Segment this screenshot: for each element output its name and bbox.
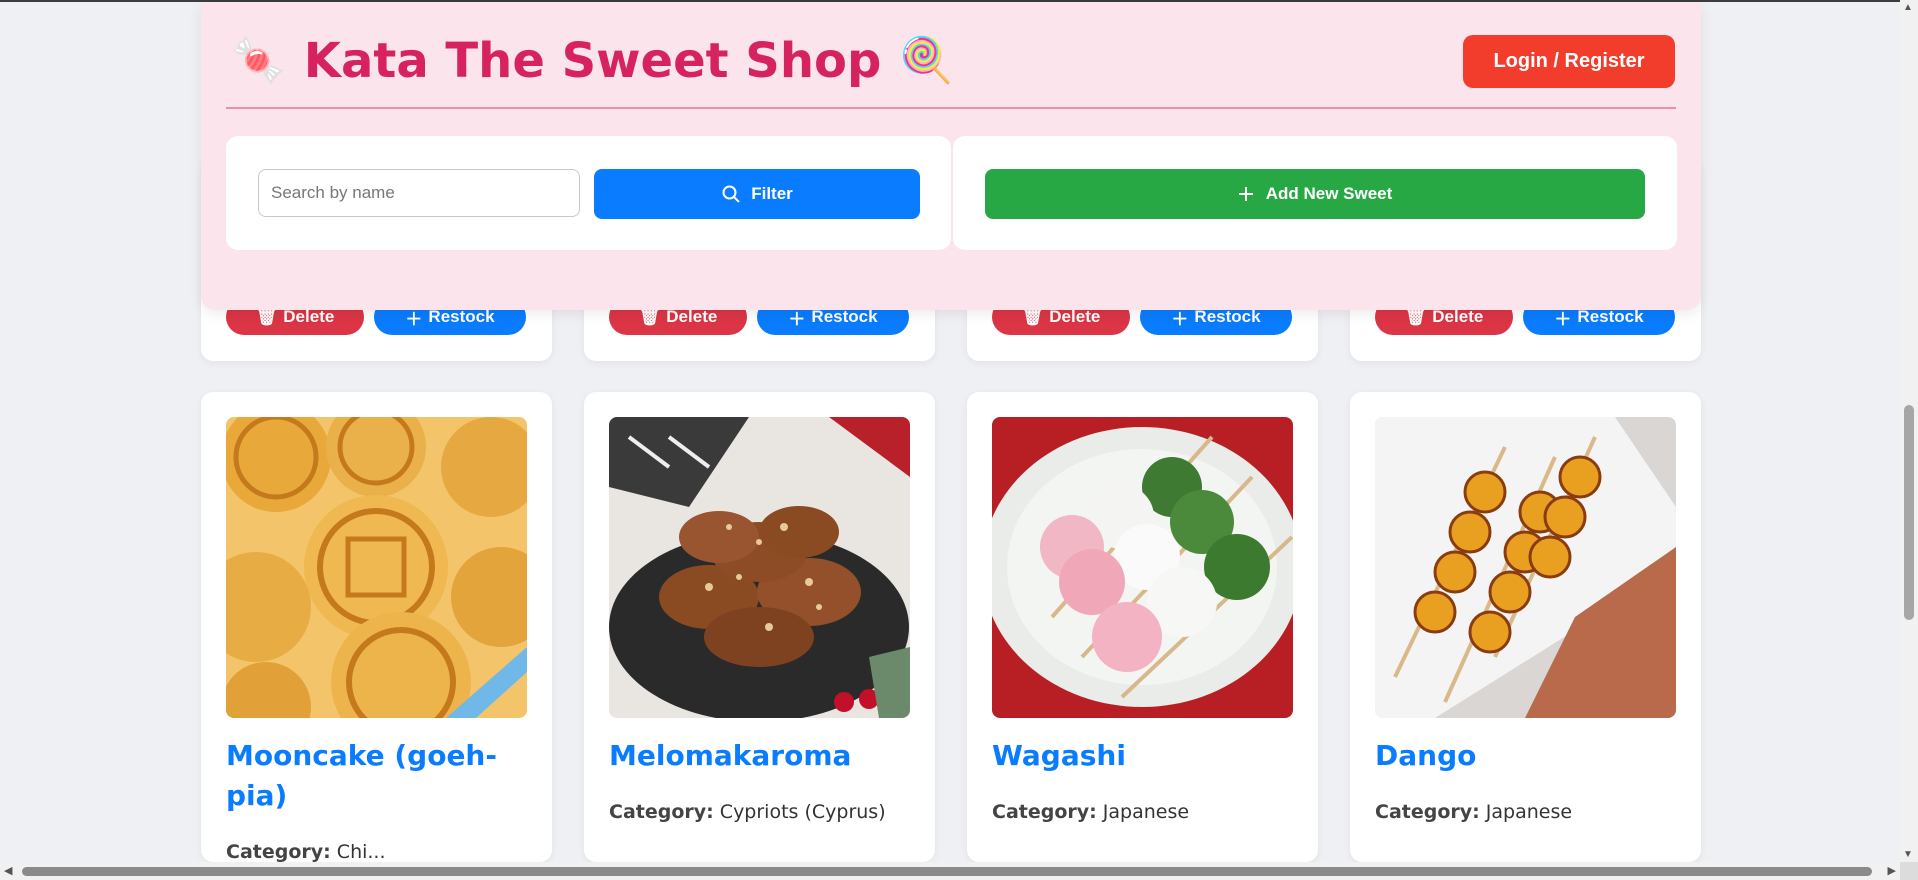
scroll-right-icon[interactable]: ▶ bbox=[1888, 864, 1896, 877]
search-input[interactable] bbox=[258, 169, 580, 217]
trash-icon: 🗑 bbox=[638, 307, 661, 326]
sticky-header: 🍬 Kata The Sweet Shop 🍭 Login / Register… bbox=[201, 3, 1701, 310]
search-panel: Filter bbox=[226, 136, 951, 250]
search-icon bbox=[722, 185, 740, 203]
plus-icon bbox=[1238, 187, 1253, 201]
dango-image bbox=[1375, 417, 1676, 718]
sweet-category: Category: Japanese bbox=[992, 801, 1190, 823]
actions-panel: Add New Sweet bbox=[953, 136, 1677, 250]
add-new-sweet-button[interactable]: Add New Sweet bbox=[985, 169, 1645, 219]
candy-icon: 🍬 bbox=[231, 36, 286, 85]
window-top-border bbox=[0, 0, 1918, 2]
horizontal-scroll-thumb[interactable] bbox=[22, 867, 1872, 876]
brand: 🍬 Kata The Sweet Shop 🍭 bbox=[231, 33, 954, 89]
lollipop-icon: 🍭 bbox=[899, 36, 955, 85]
scroll-down-icon[interactable]: ▼ bbox=[1903, 849, 1913, 860]
vertical-scroll-thumb[interactable] bbox=[1904, 405, 1914, 620]
scrollbar-corner bbox=[1900, 862, 1918, 880]
product-card: Wagashi Category: Japanese bbox=[967, 392, 1318, 862]
scroll-up-icon[interactable]: ▲ bbox=[1903, 2, 1913, 13]
product-card: Mooncake (goeh-pia) Category: Chi... bbox=[201, 392, 552, 862]
trash-icon: 🗑 bbox=[1021, 307, 1044, 326]
sweet-name: Dango bbox=[1375, 739, 1477, 772]
header-divider bbox=[226, 107, 1676, 109]
sweet-name: Melomakaroma bbox=[609, 739, 852, 772]
filter-button[interactable]: Filter bbox=[594, 169, 920, 219]
scroll-left-icon[interactable]: ◀ bbox=[4, 864, 12, 877]
melomakaroma-image bbox=[609, 417, 910, 718]
sweet-category: Category: Chi... bbox=[226, 841, 386, 862]
sweet-name: Mooncake (goeh-pia) bbox=[226, 739, 497, 812]
sweet-name: Wagashi bbox=[992, 739, 1126, 772]
product-card: Melomakaroma Category: Cypriots (Cyprus) bbox=[584, 392, 935, 862]
product-card: Dango Category: Japanese bbox=[1350, 392, 1701, 862]
horizontal-scrollbar[interactable]: ◀ ▶ bbox=[0, 862, 1900, 880]
page-title: Kata The Sweet Shop bbox=[303, 33, 882, 89]
vertical-scrollbar[interactable]: ▲ ▼ bbox=[1900, 0, 1918, 862]
trash-icon: 🗑 bbox=[1404, 307, 1427, 326]
wagashi-image bbox=[992, 417, 1293, 718]
sweet-category: Category: Japanese bbox=[1375, 801, 1573, 823]
mooncake-image bbox=[226, 417, 527, 718]
trash-icon: 🗑 bbox=[255, 307, 278, 326]
sweet-category: Category: Cypriots (Cyprus) bbox=[609, 801, 886, 823]
login-register-button[interactable]: Login / Register bbox=[1463, 35, 1675, 88]
